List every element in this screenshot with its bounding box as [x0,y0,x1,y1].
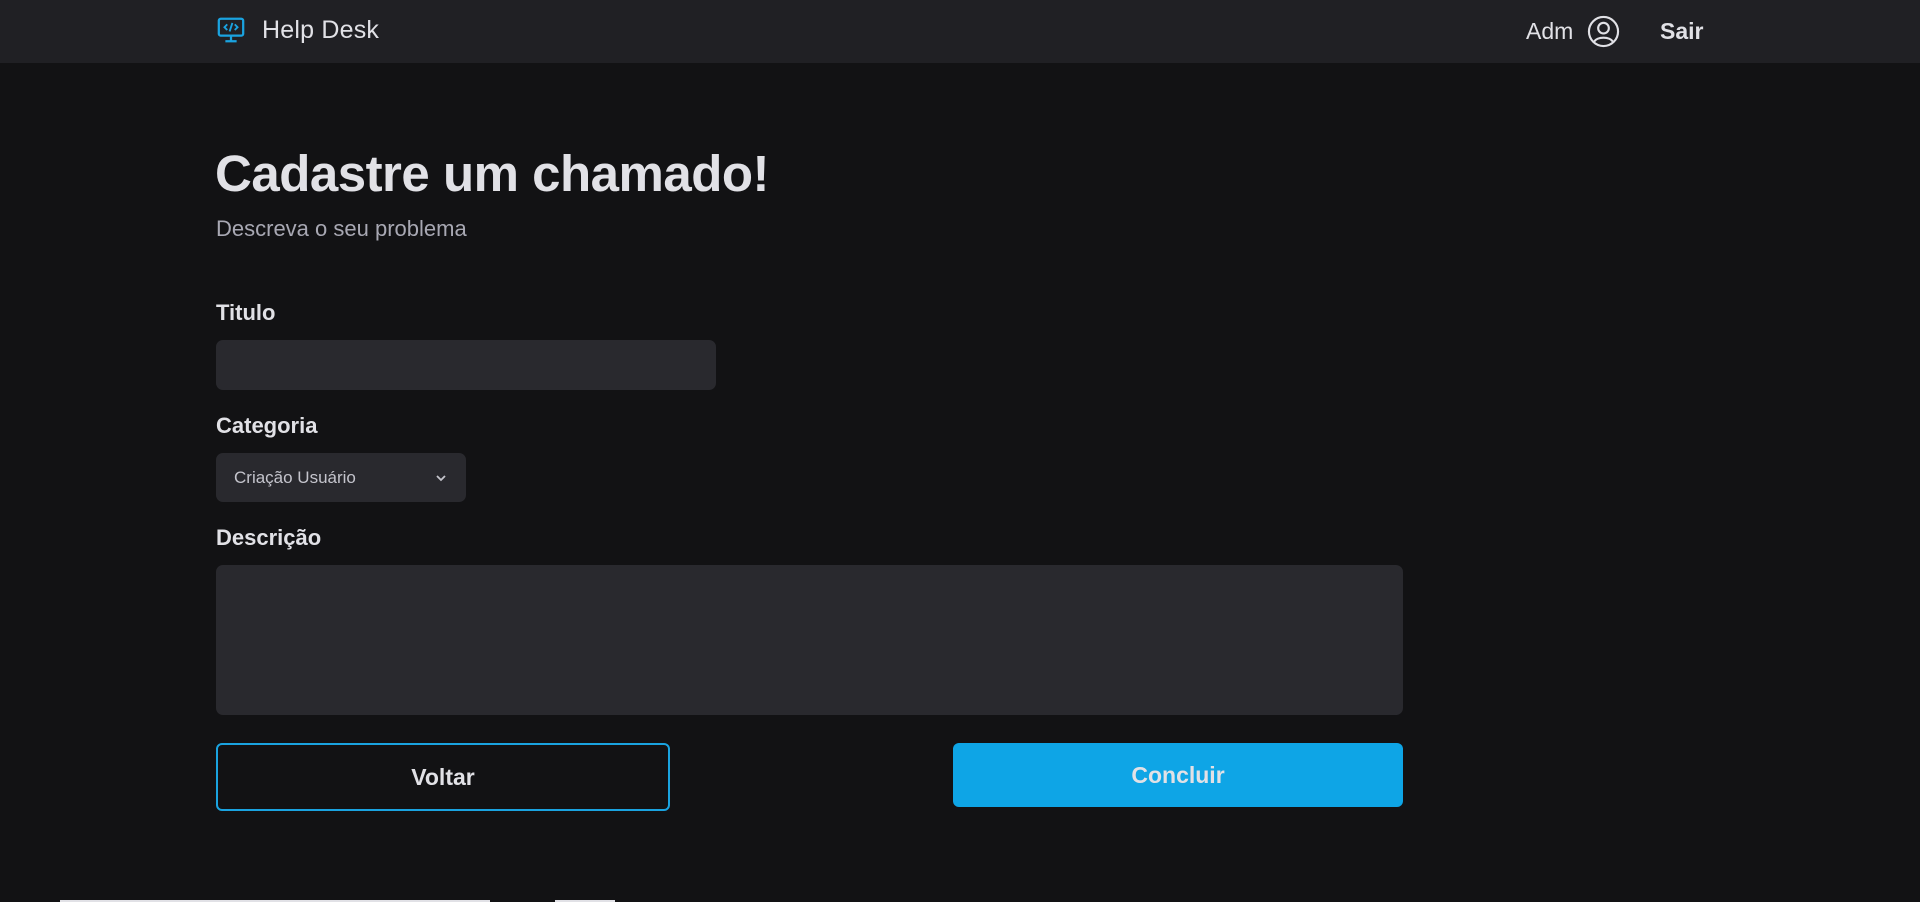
title-input[interactable] [216,340,716,390]
user-name: Adm [1526,18,1574,44]
brand[interactable]: Help Desk [216,15,379,45]
category-label: Categoria [216,413,318,438]
submit-button[interactable]: Concluir [953,743,1403,807]
description-textarea[interactable] [216,565,1403,715]
monitor-code-icon [217,17,245,43]
page-title: Cadastre um chamado! [215,145,770,202]
category-select[interactable]: Criação Usuário [216,453,466,502]
user-menu[interactable]: Adm [1526,15,1620,48]
title-label: Titulo [216,300,276,325]
user-circle-icon [1588,15,1620,48]
page-subtitle: Descreva o seu problema [216,216,467,241]
logout-link[interactable]: Sair [1660,18,1703,45]
back-button[interactable]: Voltar [216,743,670,811]
top-navbar: Help Desk Adm Sair [0,0,1920,63]
brand-name: Help Desk [262,15,380,44]
category-selected-value: Criação Usuário [234,467,356,487]
chevron-down-icon [436,474,446,481]
description-label: Descrição [216,525,322,550]
